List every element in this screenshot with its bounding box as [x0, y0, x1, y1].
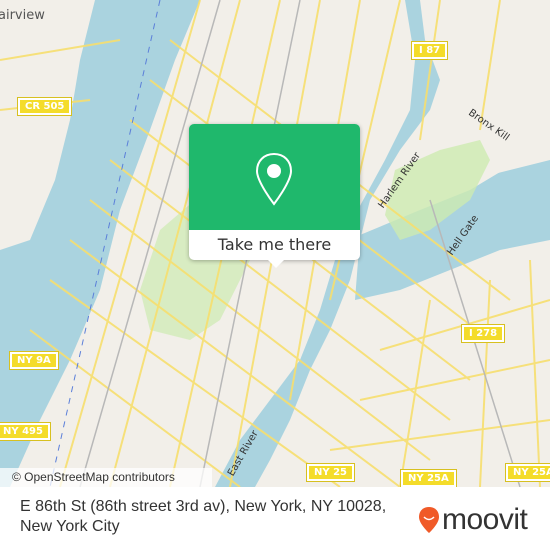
road-shield-i87: I 87	[410, 41, 449, 60]
road-shield-cr505: CR 505	[16, 97, 73, 116]
brand-name: moovit	[442, 503, 528, 536]
road-shield-i278: I 278	[460, 324, 506, 343]
place-label: airview	[0, 8, 45, 23]
location-popup: Take me there	[189, 124, 360, 260]
moovit-logo[interactable]: moovit	[418, 503, 528, 536]
moovit-pin-icon	[419, 507, 439, 533]
road-shield-ny25: NY 25	[305, 463, 356, 482]
road-shield-ny25a: NY 25A	[400, 469, 457, 487]
map-pin-icon	[255, 152, 293, 206]
map-attribution[interactable]: © OpenStreetMap contributors	[0, 468, 212, 487]
road-shield-ny25a: NY 25A	[505, 463, 550, 482]
road-shield-ny495: NY 495	[0, 422, 51, 441]
popup-pointer	[267, 259, 285, 268]
take-me-there-button[interactable]: Take me there	[189, 230, 360, 260]
address-text: E 86th St (86th street 3rd av), New York…	[20, 498, 387, 535]
road-shield-ny9a: NY 9A	[9, 351, 59, 370]
popup-header	[189, 124, 360, 230]
